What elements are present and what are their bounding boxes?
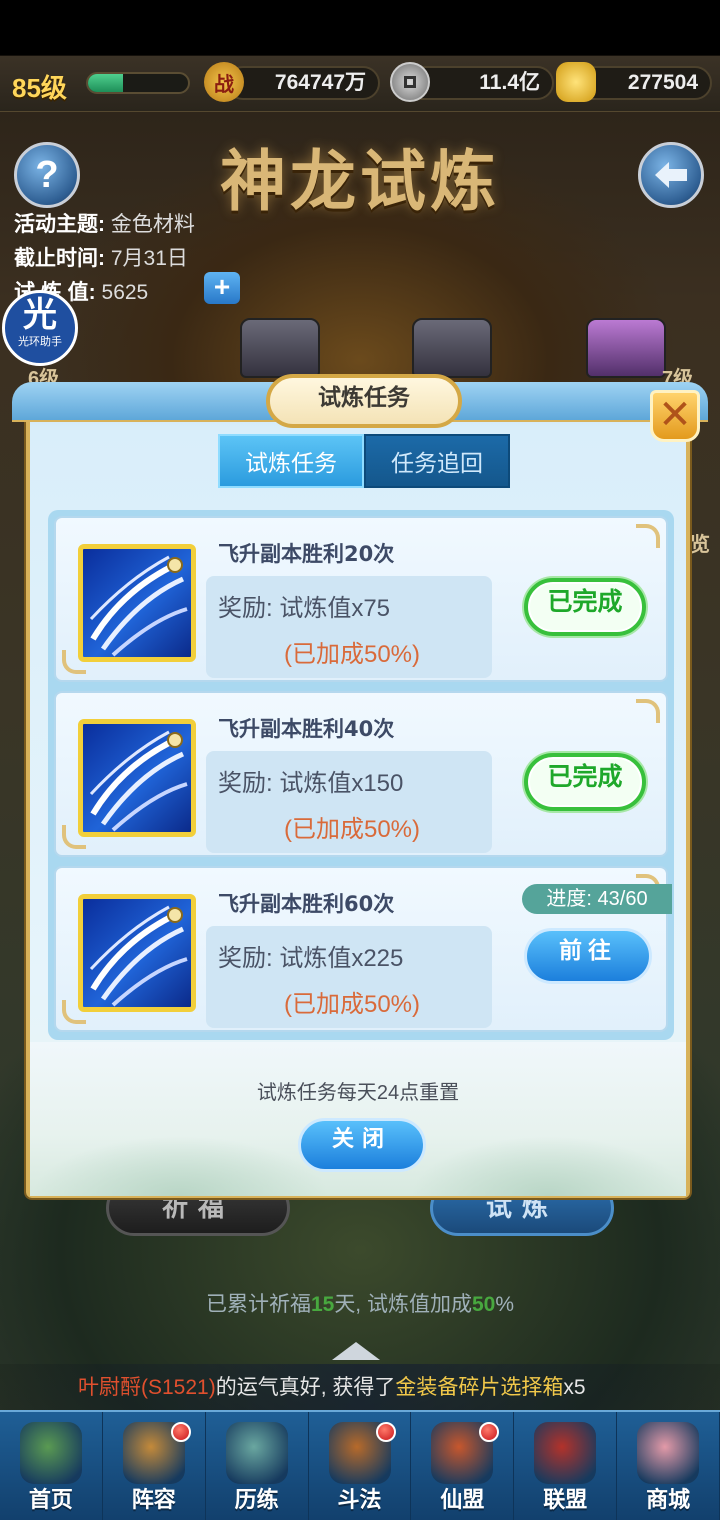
info-deadline: 截止时间: 7月31日 [14,247,188,270]
nav-item-4[interactable]: 仙盟 [411,1412,515,1520]
tab-task-recover[interactable]: 任务追回 [364,434,510,488]
side-text: 览 [690,534,710,556]
close-button[interactable]: 关闭 [298,1118,426,1172]
nav-label: 商城 [646,1488,691,1513]
back-button[interactable] [638,142,704,208]
reward-box: 奖励: 试炼值x150 (已加成50%) [206,751,492,853]
tab-trial-tasks[interactable]: 试炼任务 [218,434,364,488]
task-reward: 奖励: 试炼值x75 [218,595,391,622]
nav-item-3[interactable]: 斗法 [309,1412,412,1520]
training-icon [225,1422,288,1484]
broadcast-marquee: 叶尉酹(S1521)的运气真好, 获得了金装备碎片选择箱x5 [0,1364,720,1412]
task-name: 飞升副本胜利40次 [218,717,395,741]
back-arrow-icon [655,162,687,188]
nav-item-6[interactable]: 商城 [617,1412,720,1520]
nav-label: 仙盟 [440,1488,485,1513]
xp-bar [86,72,190,94]
notification-dot [170,1422,191,1442]
info-theme: 活动主题: 金色材料 [14,213,195,236]
nav-item-1[interactable]: 阵容 [103,1412,206,1520]
expand-arrow-icon[interactable] [332,1342,380,1360]
ascension-sword-icon [78,894,196,1012]
task-bonus: (已加成50%) [284,991,421,1018]
task-list[interactable]: 飞升副本胜利20次 奖励: 试炼值x75 (已加成50%) 已完成 飞升副本胜利… [48,510,674,1040]
task-item: 飞升副本胜利60次 进度: 43/60 奖励: 试炼值x225 (已加成50%)… [54,866,672,1032]
task-name: 飞升副本胜利20次 [218,542,395,566]
power-icon: 战 [204,62,244,102]
go-button[interactable]: 前往 [524,928,652,984]
gold-ingot-icon [556,62,596,102]
dialog-tabs: 试炼任务 任务追回 [218,434,510,488]
nav-item-5[interactable]: 联盟 [514,1412,618,1520]
bottom-nav: 首页 阵容 历练 斗法 仙盟 联盟 商城 [0,1410,720,1520]
power-value: 764747万 [226,66,380,100]
league-icon [534,1422,597,1484]
nav-label: 联盟 [543,1488,588,1513]
reset-note: 试炼任务每天24点重置 [256,1082,460,1104]
task-reward: 奖励: 试炼值x150 [218,770,404,797]
nav-label: 历练 [234,1488,279,1513]
halo-helper-badge[interactable]: 光 光环助手 [2,290,78,366]
nav-label: 斗法 [337,1488,382,1513]
pray-accumulation-text: 已累计祈福15天, 试炼值加成50% [205,1293,515,1316]
dialog-footer: 试炼任务每天24点重置 关闭 [30,1042,686,1196]
task-name: 飞升副本胜利60次 [218,892,395,916]
mountain-mist [410,1136,686,1196]
nav-label: 阵容 [131,1488,176,1513]
task-bonus: (已加成50%) [284,641,421,668]
reward-box: 奖励: 试炼值x75 (已加成50%) [206,576,492,678]
task-reward: 奖励: 试炼值x225 [218,945,404,972]
reward-box: 奖励: 试炼值x225 (已加成50%) [206,926,492,1028]
completed-badge: 已完成 [524,578,646,636]
chest-icon[interactable] [586,318,666,378]
corner-ornament [636,699,660,723]
close-icon[interactable]: ✕ [650,390,700,442]
notification-dot [376,1422,397,1442]
task-progress: 进度: 43/60 [522,884,672,914]
trial-task-dialog: 试炼任务 ✕ 试炼任务 任务追回 飞升副本胜利20次 奖励: 试炼值x75 (已… [12,374,708,1198]
ascension-sword-icon [78,544,196,662]
xp-bar-fill [88,74,123,92]
task-bonus: (已加成50%) [284,816,421,843]
completed-badge: 已完成 [524,753,646,811]
add-trial-value-button[interactable]: + [204,272,240,304]
home-island-icon [19,1422,82,1484]
mountain-mist [30,1136,330,1196]
chest-icon[interactable] [412,318,492,378]
notification-dot [479,1422,500,1442]
ascension-sword-icon [78,719,196,837]
task-item: 飞升副本胜利20次 奖励: 试炼值x75 (已加成50%) 已完成 [54,516,668,682]
nav-item-0[interactable]: 首页 [0,1412,103,1520]
chest-icon[interactable] [240,318,320,378]
nav-item-2[interactable]: 历练 [206,1412,309,1520]
coin-icon [390,62,430,102]
corner-ornament [636,524,660,548]
shop-cat-icon [637,1422,700,1484]
player-level: 85级 [12,73,67,103]
nav-label: 首页 [28,1488,73,1513]
dialog-title: 试炼任务 [266,374,462,428]
task-item: 飞升副本胜利40次 奖励: 试炼值x150 (已加成50%) 已完成 [54,691,668,857]
